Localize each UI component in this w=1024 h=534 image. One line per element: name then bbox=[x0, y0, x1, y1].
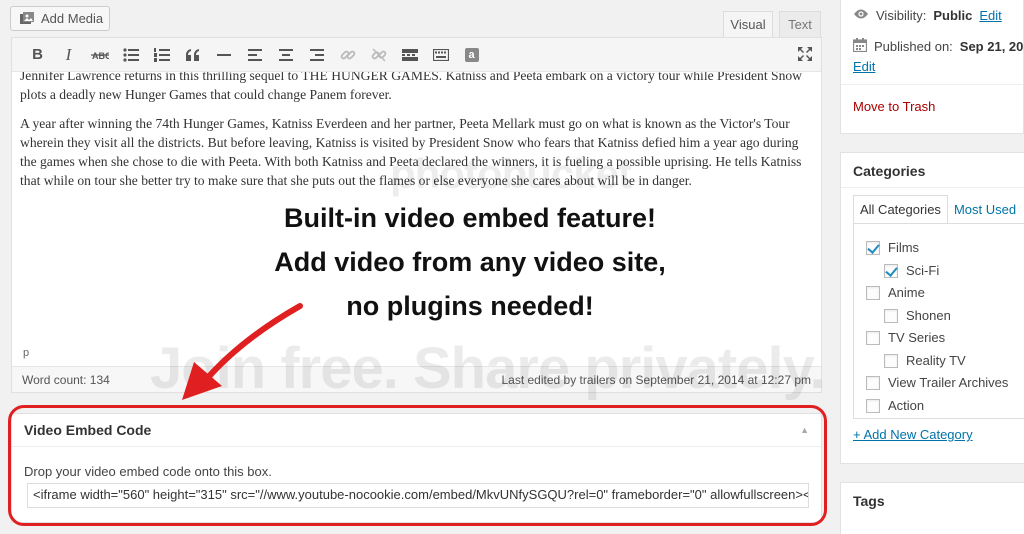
category-label: Sci-Fi bbox=[906, 263, 940, 278]
visibility-value: Public bbox=[933, 8, 973, 23]
tab-all-categories[interactable]: All Categories bbox=[853, 195, 948, 224]
tab-most-used[interactable]: Most Used bbox=[948, 195, 1022, 224]
category-item-reality-tv[interactable]: Reality TV bbox=[884, 353, 966, 368]
published-edit-link[interactable]: Edit bbox=[853, 59, 875, 74]
add-media-button[interactable]: Add Media bbox=[10, 6, 110, 31]
films-checkbox[interactable] bbox=[866, 240, 880, 255]
link-icon[interactable] bbox=[332, 40, 363, 70]
published-value: Sep 21, 2014 bbox=[959, 39, 1024, 54]
category-item-sci-fi[interactable]: Sci-Fi bbox=[884, 263, 939, 278]
strikethrough-icon[interactable]: ABC bbox=[84, 40, 115, 70]
publish-divider bbox=[841, 84, 1023, 85]
svg-text:ABC: ABC bbox=[92, 51, 109, 61]
align-left-icon[interactable] bbox=[239, 40, 270, 70]
unlink-icon[interactable] bbox=[363, 40, 394, 70]
photobucket-watermark-logo: photobucket bbox=[390, 150, 632, 197]
category-label: View Trailer Archives bbox=[888, 375, 1009, 390]
shonen-checkbox[interactable] bbox=[884, 308, 898, 323]
highlight-frame bbox=[8, 405, 827, 526]
visibility-row: Visibility: Public Edit bbox=[853, 8, 1002, 23]
align-right-icon[interactable] bbox=[301, 40, 332, 70]
move-to-trash-link[interactable]: Move to Trash bbox=[853, 99, 935, 114]
tab-text[interactable]: Text bbox=[779, 11, 821, 37]
add-new-category-link[interactable]: + Add New Category bbox=[853, 427, 973, 442]
category-item-anime[interactable]: Anime bbox=[866, 285, 925, 300]
action-checkbox[interactable] bbox=[866, 398, 880, 413]
tags-title: Tags bbox=[853, 493, 885, 509]
category-item-tv-series[interactable]: TV Series bbox=[866, 330, 945, 345]
published-label: Published on: bbox=[874, 39, 953, 54]
callout-line-2: Add video from any video site, bbox=[274, 247, 666, 277]
reality-tv-checkbox[interactable] bbox=[884, 353, 898, 368]
published-row: Published on: Sep 21, 2014 bbox=[852, 38, 1024, 55]
wordpress-post-editor: Add Media Visual Text B I ABC a Jennifer… bbox=[0, 0, 1024, 534]
blockquote-icon[interactable] bbox=[177, 40, 208, 70]
bulleted-list-icon[interactable] bbox=[115, 40, 146, 70]
category-label: Anime bbox=[888, 285, 925, 300]
fullscreen-icon[interactable] bbox=[797, 46, 813, 67]
category-checklist: Films Sci-Fi Anime Shonen TV Series Real… bbox=[853, 223, 1024, 419]
amazon-icon[interactable]: a bbox=[456, 40, 487, 70]
category-label: Reality TV bbox=[906, 353, 966, 368]
align-center-icon[interactable] bbox=[270, 40, 301, 70]
toolbar-toggle-icon[interactable] bbox=[425, 40, 456, 70]
callout-line-1: Built-in video embed feature! bbox=[283, 203, 657, 233]
media-icon bbox=[19, 11, 35, 26]
category-item-films[interactable]: Films bbox=[866, 240, 919, 255]
post-paragraph-1: Jennifer Lawrence returns in this thrill… bbox=[20, 72, 802, 102]
categories-metabox: Categories All Categories Most Used Film… bbox=[840, 152, 1024, 464]
read-more-icon[interactable] bbox=[394, 40, 425, 70]
anime-checkbox[interactable] bbox=[866, 285, 880, 300]
category-label: TV Series bbox=[888, 330, 946, 345]
sci-fi-checkbox[interactable] bbox=[884, 263, 898, 278]
tags-metabox: Tags bbox=[840, 482, 1024, 534]
calendar-icon bbox=[852, 38, 868, 55]
word-count: Word count: 134 bbox=[22, 372, 110, 387]
format-toolbar: B I ABC a bbox=[12, 38, 821, 72]
categories-tabs: All Categories Most Used bbox=[853, 195, 1022, 224]
eye-icon bbox=[853, 8, 869, 23]
category-item-view-trailer-archives[interactable]: View Trailer Archives bbox=[866, 375, 1008, 390]
category-item-shonen[interactable]: Shonen bbox=[884, 308, 951, 323]
numbered-list-icon[interactable] bbox=[146, 40, 177, 70]
category-label: Shonen bbox=[906, 308, 951, 323]
element-path: p bbox=[23, 347, 30, 359]
categories-title: Categories bbox=[853, 163, 926, 179]
category-label: Films bbox=[888, 240, 920, 255]
add-media-label: Add Media bbox=[41, 11, 104, 26]
visibility-edit-link[interactable]: Edit bbox=[979, 8, 1001, 23]
categories-divider bbox=[841, 187, 1024, 188]
visibility-label: Visibility: bbox=[876, 8, 927, 23]
tv-series-checkbox[interactable] bbox=[866, 330, 880, 345]
view-trailer-archives-checkbox[interactable] bbox=[866, 375, 880, 390]
category-label: Action bbox=[888, 398, 925, 413]
italic-icon[interactable]: I bbox=[53, 40, 84, 70]
category-item-action[interactable]: Action bbox=[866, 398, 924, 413]
red-arrow-icon bbox=[182, 303, 303, 400]
tab-visual[interactable]: Visual bbox=[723, 11, 773, 37]
bold-icon[interactable]: B bbox=[22, 40, 53, 70]
publish-metabox: Visibility: Public Edit Published on: Se… bbox=[840, 0, 1024, 134]
horizontal-line-icon[interactable] bbox=[208, 40, 239, 70]
published-edit-row: Edit bbox=[853, 59, 875, 74]
